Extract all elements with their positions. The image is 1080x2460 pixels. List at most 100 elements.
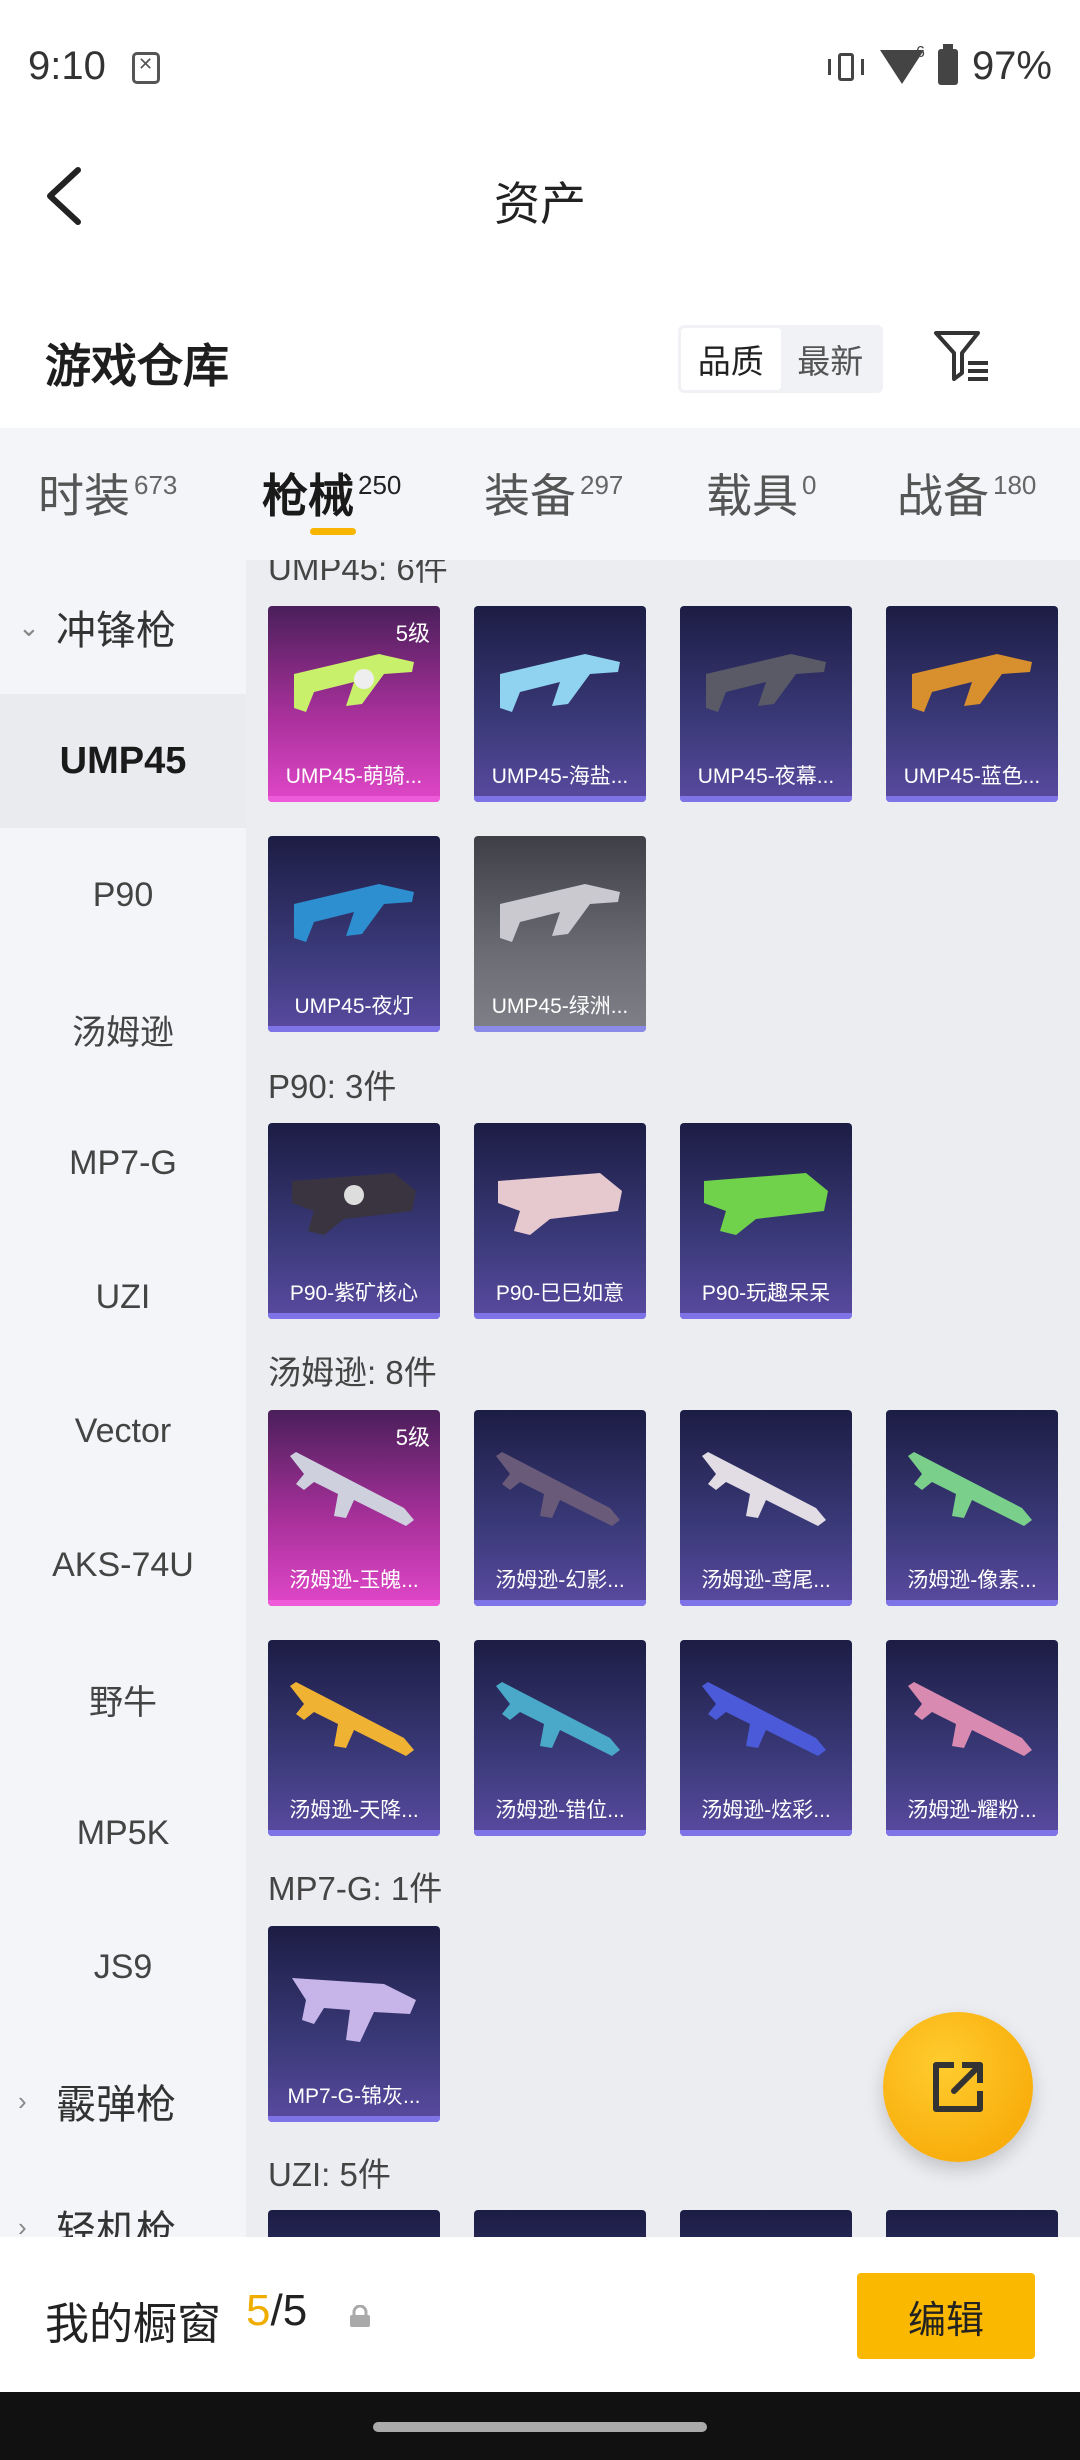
sort-quality-button[interactable]: 品质: [681, 328, 781, 390]
weapon-card[interactable]: [268, 2210, 440, 2237]
section-title-p90: P90: 3件: [268, 1068, 397, 1105]
weapon-card[interactable]: 汤姆逊-错位...: [474, 1640, 646, 1836]
app-header: 资产: [0, 130, 1080, 260]
weapon-name: UMP45-夜灯: [294, 995, 414, 1018]
weapon-card[interactable]: [680, 2210, 852, 2237]
showcase-current: 5: [246, 2286, 271, 2335]
weapon-thumbnail: [908, 1452, 1032, 1526]
chevron-right-icon: ›: [18, 2085, 27, 2116]
weapon-thumbnail: [292, 1173, 416, 1235]
wifi-icon: 6: [879, 44, 925, 84]
weapon-card[interactable]: [474, 2210, 646, 2237]
tab-label: 时装: [38, 470, 130, 522]
weapon-type-sidebar: ⌄ 冲锋枪 UMP45 P90 汤姆逊 MP7-G UZI Vector AKS…: [0, 560, 246, 2237]
filter-icon[interactable]: [932, 325, 992, 385]
weapon-thumbnail: [702, 1452, 826, 1526]
weapon-thumbnail: [496, 1682, 620, 1756]
sidebar-item-vector[interactable]: Vector: [0, 1364, 246, 1498]
sidebar-item-aks74u[interactable]: AKS-74U: [0, 1498, 246, 1632]
vibrate-icon: [826, 49, 866, 85]
tab-weapons[interactable]: 枪械 250: [262, 460, 401, 526]
weapon-card[interactable]: 汤姆逊-炫彩...: [680, 1640, 852, 1836]
weapon-thumbnail: [702, 1682, 826, 1756]
section-title-uzi: UZI: 5件: [268, 2156, 391, 2193]
weapon-name: UMP45-海盐...: [491, 765, 629, 788]
sidebar-item-thompson[interactable]: 汤姆逊: [0, 962, 246, 1096]
tab-label: 枪械: [262, 470, 354, 522]
tab-vehicles[interactable]: 载具 0: [706, 460, 816, 526]
tab-outfits[interactable]: 时装 673: [38, 460, 177, 526]
chevron-right-icon: ›: [18, 2211, 27, 2238]
tab-label: 载具: [706, 470, 798, 522]
edit-button[interactable]: 编辑: [857, 2273, 1035, 2359]
weapon-name: P90-紫矿核心: [289, 1282, 419, 1305]
weapon-thumbnail: [290, 1682, 414, 1756]
weapon-card[interactable]: P90-巳巳如意: [474, 1123, 646, 1319]
weapon-card[interactable]: 汤姆逊-像素...: [886, 1410, 1058, 1606]
weapon-name: 汤姆逊-炫彩...: [701, 1799, 831, 1822]
active-tab-indicator: [310, 528, 356, 535]
sidebar-item-mp7g[interactable]: MP7-G: [0, 1096, 246, 1230]
sidebar-category-smg[interactable]: ⌄ 冲锋枪: [0, 560, 246, 694]
section-title-thompson: 汤姆逊: 8件: [268, 1354, 437, 1391]
tab-label: 战备: [897, 470, 989, 522]
weapon-card[interactable]: 汤姆逊-耀粉...: [886, 1640, 1058, 1836]
weapon-name: P90-玩趣呆呆: [701, 1282, 831, 1305]
weapon-thumbnail: [500, 654, 620, 712]
showcase-total: /5: [270, 2286, 308, 2335]
weapon-thumbnail: [290, 1452, 414, 1526]
weapon-thumbnail: [292, 1978, 416, 2042]
weapon-card[interactable]: P90-紫矿核心: [268, 1123, 440, 1319]
sidebar-item-ump45[interactable]: UMP45: [0, 694, 246, 828]
showcase-label: 我的橱窗: [45, 2300, 221, 2349]
weapon-card[interactable]: 汤姆逊-幻影...: [474, 1410, 646, 1606]
notification-icon: [132, 52, 160, 84]
page-title: 资产: [494, 178, 586, 230]
sort-newest-button[interactable]: 最新: [781, 328, 881, 390]
sidebar-item-mp5k[interactable]: MP5K: [0, 1766, 246, 1900]
weapon-card[interactable]: UMP45-海盐...: [474, 606, 646, 802]
home-gesture-handle[interactable]: [373, 2422, 707, 2432]
weapon-thumbnail: [294, 884, 414, 942]
weapon-card[interactable]: UMP45-夜幕...: [680, 606, 852, 802]
section-title-mp7g: MP7-G: 1件: [268, 1870, 443, 1907]
weapon-name: P90-巳巳如意: [495, 1282, 625, 1305]
showcase-bar: 我的橱窗 5/5 编辑: [0, 2237, 1080, 2392]
weapon-card[interactable]: MP7-G-锦灰...: [268, 1926, 440, 2122]
weapon-thumbnail: [908, 1682, 1032, 1756]
sidebar-item-js9[interactable]: JS9: [0, 1900, 246, 2034]
weapon-card[interactable]: UMP45-夜灯: [268, 836, 440, 1032]
weapon-name: MP7-G-锦灰...: [287, 2085, 421, 2108]
sidebar-category-lmg[interactable]: › 轻机枪: [0, 2160, 246, 2237]
sidebar-category-shotgun[interactable]: › 霰弹枪: [0, 2034, 246, 2168]
weapon-card[interactable]: 汤姆逊-鸢尾...: [680, 1410, 852, 1606]
tab-count: 250: [358, 470, 402, 500]
weapon-name: 汤姆逊-像素...: [907, 1569, 1037, 1592]
weapon-thumbnail: [496, 1452, 620, 1526]
sidebar-category-label: 霰弹枪: [56, 2083, 176, 2127]
weapon-thumbnail: [498, 1173, 622, 1235]
weapon-name: UMP45-绿洲...: [491, 995, 629, 1018]
weapon-thumbnail: [500, 884, 620, 942]
weapon-card[interactable]: UMP45-绿洲...: [474, 836, 646, 1032]
weapon-card[interactable]: 5级 汤姆逊-玉魄...: [268, 1410, 440, 1606]
tab-count: 0: [802, 470, 817, 500]
weapon-card[interactable]: P90-玩趣呆呆: [680, 1123, 852, 1319]
weapon-name: 汤姆逊-耀粉...: [907, 1799, 1037, 1822]
weapon-card[interactable]: 汤姆逊-天降...: [268, 1640, 440, 1836]
weapon-card[interactable]: UMP45-蓝色...: [886, 606, 1058, 802]
tab-supplies[interactable]: 战备 180: [897, 460, 1036, 526]
weapon-card[interactable]: [886, 2210, 1058, 2237]
tab-equipment[interactable]: 装备 297: [484, 460, 623, 526]
weapon-name: 汤姆逊-天降...: [289, 1799, 419, 1822]
sidebar-item-uzi[interactable]: UZI: [0, 1230, 246, 1364]
tab-count: 673: [134, 470, 178, 500]
share-button[interactable]: [883, 2012, 1033, 2162]
weapon-card[interactable]: 5级 UMP45-萌骑...: [268, 606, 440, 802]
network-badge: 6: [915, 43, 925, 61]
weapon-name: UMP45-夜幕...: [697, 765, 835, 788]
weapon-name: 汤姆逊-幻影...: [495, 1569, 625, 1592]
sidebar-item-p90[interactable]: P90: [0, 828, 246, 962]
sidebar-item-bizon[interactable]: 野牛: [0, 1632, 246, 1766]
status-time: 9:10: [28, 44, 106, 88]
